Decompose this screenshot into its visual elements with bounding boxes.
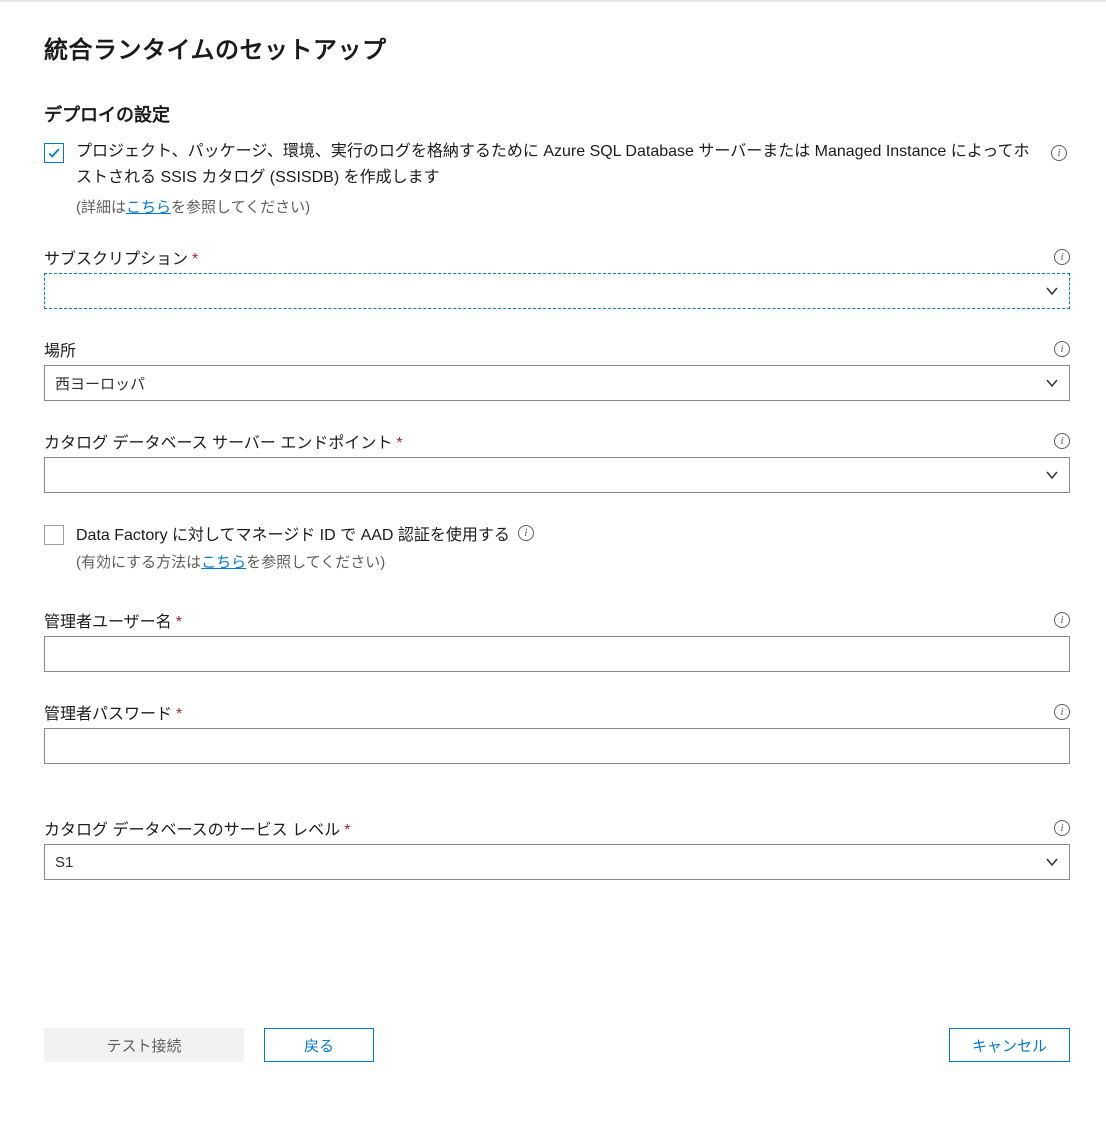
setup-page: 統合ランタイムのセットアップ デプロイの設定 プロジェクト、パッケージ、環境、実… xyxy=(0,0,1106,1121)
cancel-button[interactable]: キャンセル xyxy=(949,1028,1070,1062)
chevron-down-icon xyxy=(1045,855,1059,869)
aad-checkbox[interactable] xyxy=(44,525,64,545)
footer-bar: テスト接続 戻る キャンセル xyxy=(44,1028,1070,1062)
deploy-section-title: デプロイの設定 xyxy=(44,101,1070,127)
admin-pass-field: 管理者パスワード* i xyxy=(44,700,1070,764)
chevron-down-icon xyxy=(1045,468,1059,482)
ssisdb-text-block: プロジェクト、パッケージ、環境、実行のログを格納するために Azure SQL … xyxy=(76,139,1036,217)
back-button[interactable]: 戻る xyxy=(264,1028,374,1062)
subscription-select[interactable] xyxy=(44,273,1070,309)
info-icon[interactable]: i xyxy=(1054,249,1070,265)
aad-label: Data Factory に対してマネージド ID で AAD 認証を使用する … xyxy=(76,521,534,545)
endpoint-select[interactable] xyxy=(44,457,1070,493)
ssisdb-info[interactable]: i xyxy=(1048,145,1070,161)
endpoint-field: カタログ データベース サーバー エンドポイント* i xyxy=(44,429,1070,493)
location-select[interactable]: 西ヨーロッパ xyxy=(44,365,1070,401)
ssisdb-checkbox-row: プロジェクト、パッケージ、環境、実行のログを格納するために Azure SQL … xyxy=(44,139,1070,217)
subscription-label: サブスクリプション* xyxy=(44,245,198,269)
service-level-select[interactable]: S1 xyxy=(44,844,1070,880)
location-field: 場所 i 西ヨーロッパ xyxy=(44,337,1070,401)
service-level-label: カタログ データベースのサービス レベル* xyxy=(44,816,350,840)
chevron-down-icon xyxy=(1045,284,1059,298)
page-title: 統合ランタイムのセットアップ xyxy=(44,30,1070,65)
test-connection-button[interactable]: テスト接続 xyxy=(44,1028,244,1062)
aad-checkbox-row: Data Factory に対してマネージド ID で AAD 認証を使用する … xyxy=(44,521,1070,545)
service-level-value: S1 xyxy=(55,854,1045,871)
info-icon[interactable]: i xyxy=(1054,433,1070,449)
admin-pass-input[interactable] xyxy=(44,728,1070,764)
check-icon xyxy=(47,146,61,160)
endpoint-label: カタログ データベース サーバー エンドポイント* xyxy=(44,429,403,453)
ssisdb-hint-link[interactable]: こちら xyxy=(126,199,171,216)
location-value: 西ヨーロッパ xyxy=(55,373,1045,394)
admin-user-label: 管理者ユーザー名* xyxy=(44,608,182,632)
ssisdb-hint: (詳細はこちらを参照してください) xyxy=(76,196,1036,217)
info-icon[interactable]: i xyxy=(518,525,534,541)
info-icon: i xyxy=(1051,145,1067,161)
location-label: 場所 xyxy=(44,337,76,361)
subscription-field: サブスクリプション* i xyxy=(44,245,1070,309)
admin-user-field: 管理者ユーザー名* i xyxy=(44,608,1070,672)
info-icon[interactable]: i xyxy=(1054,612,1070,628)
admin-user-input[interactable] xyxy=(44,636,1070,672)
admin-pass-label: 管理者パスワード* xyxy=(44,700,182,724)
aad-hint: (有効にする方法はこちらを参照してください) xyxy=(76,551,1070,572)
info-icon[interactable]: i xyxy=(1054,820,1070,836)
aad-hint-link[interactable]: こちら xyxy=(201,554,246,571)
info-icon[interactable]: i xyxy=(1054,704,1070,720)
ssisdb-checkbox[interactable] xyxy=(44,143,64,163)
chevron-down-icon xyxy=(1045,376,1059,390)
info-icon[interactable]: i xyxy=(1054,341,1070,357)
service-level-field: カタログ データベースのサービス レベル* i S1 xyxy=(44,816,1070,880)
ssisdb-label: プロジェクト、パッケージ、環境、実行のログを格納するために Azure SQL … xyxy=(76,139,1036,190)
